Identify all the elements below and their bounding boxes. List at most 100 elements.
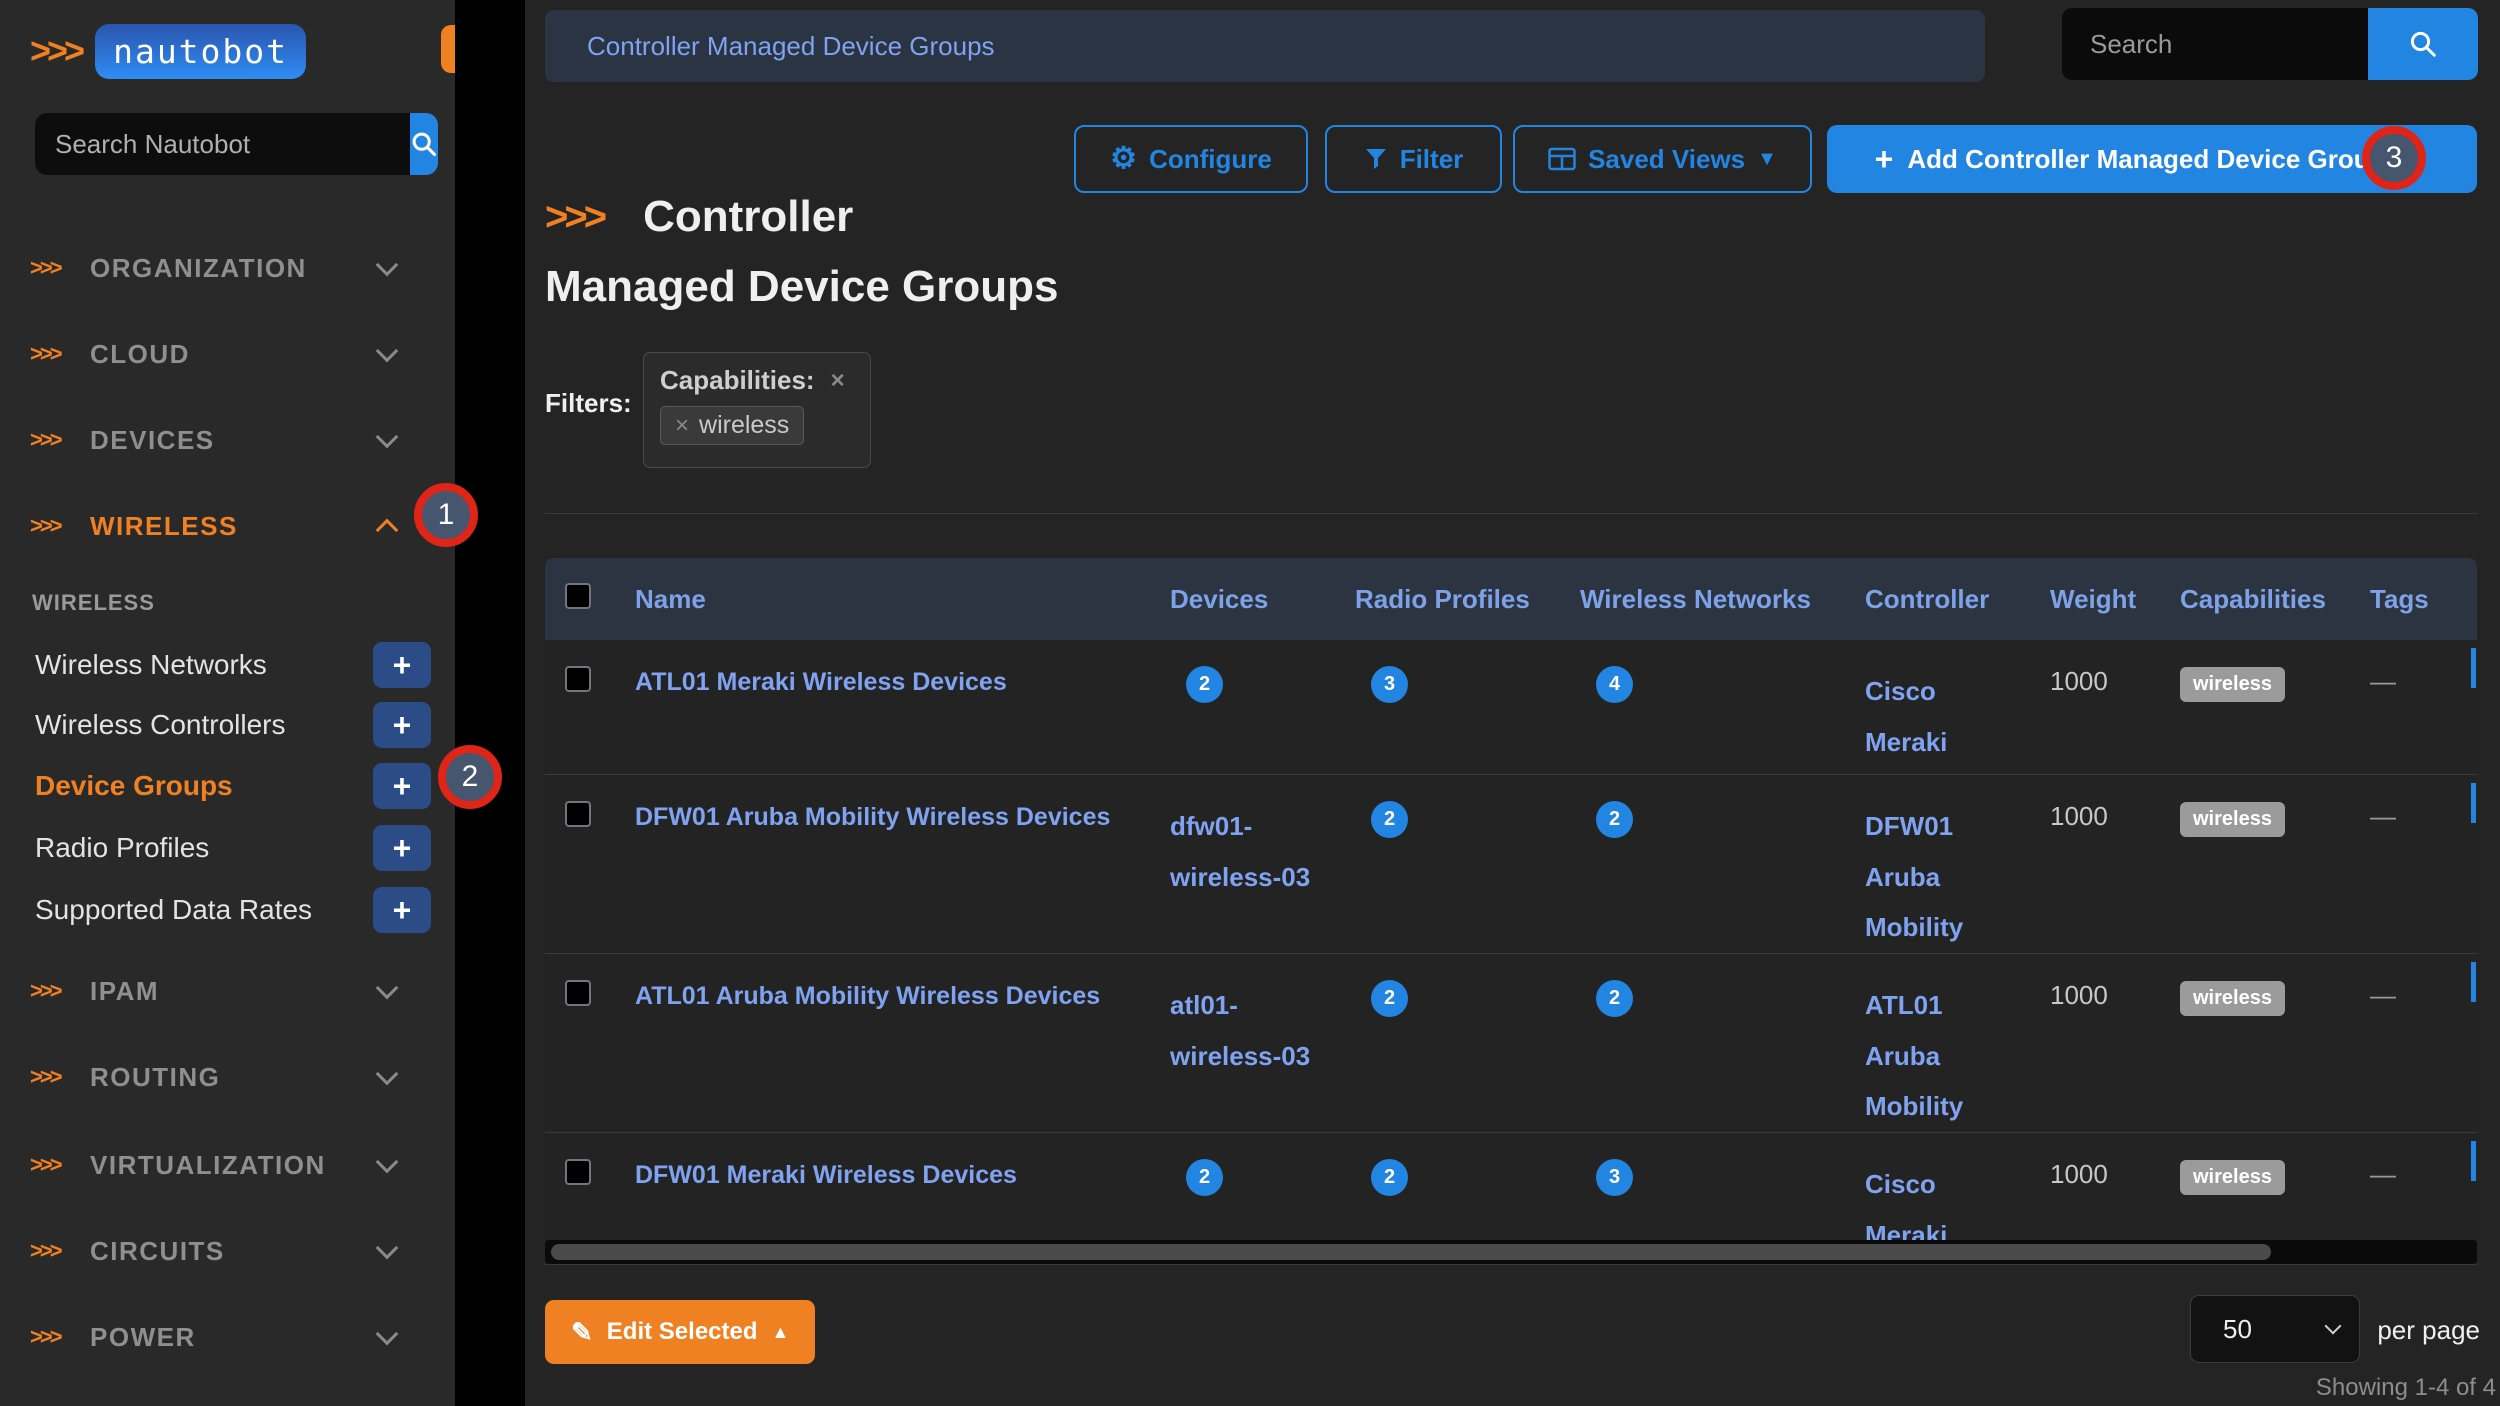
configure-button[interactable]: ⚙ Configure	[1074, 125, 1308, 193]
row-checkbox[interactable]	[565, 666, 591, 692]
column-header-controller[interactable]: Controller	[1855, 558, 2040, 640]
radio-profiles-cell: 3	[1345, 640, 1570, 775]
scrollbar-thumb[interactable]	[551, 1244, 2271, 1260]
capability-badge[interactable]: wireless	[2180, 1160, 2285, 1195]
wireless-networks-pill[interactable]: 3	[1596, 1159, 1633, 1196]
edit-selected-label: Edit Selected	[607, 1318, 758, 1346]
column-header-radio-profiles[interactable]: Radio Profiles	[1345, 558, 1570, 640]
chevron-down-icon	[376, 1151, 399, 1174]
sidebar-item-circuits[interactable]: >>> CIRCUITS	[30, 1229, 430, 1273]
controller-link[interactable]: DFW01 Aruba Mobility	[1865, 811, 1963, 942]
menu-chevrons-icon: >>>	[30, 1238, 90, 1264]
device-link[interactable]: atl01-wireless-03	[1170, 990, 1310, 1071]
column-header-name[interactable]: Name	[625, 558, 1160, 640]
device-group-link[interactable]: DFW01 Meraki Wireless Devices	[635, 1161, 1017, 1189]
column-header-wireless-networks[interactable]: Wireless Networks	[1570, 558, 1855, 640]
sidebar-item-label: VIRTUALIZATION	[90, 1150, 326, 1181]
capability-badge[interactable]: wireless	[2180, 802, 2285, 837]
column-header-capabilities[interactable]: Capabilities	[2170, 558, 2360, 640]
sidebar-item-power[interactable]: >>> POWER	[30, 1315, 430, 1359]
row-checkbox-cell	[545, 640, 625, 775]
menu-chevrons-icon: >>>	[30, 513, 90, 539]
radio-profiles-cell: 2	[1345, 954, 1570, 1133]
row-action-strip[interactable]	[2471, 648, 2476, 688]
table-row: ATL01 Meraki Wireless Devices 2 3 4 Cisco Me…	[545, 640, 2477, 775]
wireless-networks-cell: 4	[1570, 640, 1855, 775]
controller-cell: DFW01 Aruba Mobility	[1855, 775, 2040, 954]
chevron-down-icon	[2325, 1318, 2342, 1335]
controller-link[interactable]: Cisco Meraki	[1865, 676, 1947, 757]
add-wireless-network-button[interactable]: +	[373, 642, 431, 688]
add-button-label: Add Controller Managed Device Group	[1907, 144, 2385, 175]
add-supported-data-rate-button[interactable]: +	[373, 887, 431, 933]
column-header-weight[interactable]: Weight	[2040, 558, 2170, 640]
sidebar-item-devices[interactable]: >>> DEVICES	[30, 418, 430, 462]
radio-profiles-pill[interactable]: 2	[1371, 801, 1408, 838]
nautobot-logo[interactable]: >>> nautobot	[30, 22, 306, 80]
tags-empty-dash: —	[2370, 1159, 2396, 1189]
sidebar-item-organization[interactable]: >>> ORGANIZATION	[30, 246, 430, 290]
row-checkbox-cell	[545, 954, 625, 1133]
annotation-badge-1: 1	[414, 483, 478, 547]
add-device-group-button[interactable]: +	[373, 763, 431, 809]
capability-badge[interactable]: wireless	[2180, 667, 2285, 702]
row-checkbox[interactable]	[565, 1159, 591, 1185]
remove-filter-value-icon[interactable]: ×	[675, 412, 689, 440]
filter-chip-value-label: wireless	[699, 411, 789, 440]
sidebar-search-input[interactable]	[35, 113, 410, 175]
devices-count-pill[interactable]: 2	[1186, 1159, 1223, 1196]
menu-chevrons-icon: >>>	[30, 1152, 90, 1178]
controller-link[interactable]: Cisco Meraki	[1865, 1169, 1947, 1250]
filter-button[interactable]: Filter	[1325, 125, 1502, 193]
wireless-networks-pill[interactable]: 4	[1596, 666, 1633, 703]
sidebar-item-virtualization[interactable]: >>> VIRTUALIZATION	[30, 1143, 430, 1187]
sidebar-search-button[interactable]	[410, 113, 438, 175]
global-search-button[interactable]	[2368, 8, 2478, 80]
row-action-strip[interactable]	[2471, 1141, 2476, 1181]
weight-cell: 1000	[2040, 954, 2170, 1133]
per-page-select[interactable]: 50	[2190, 1295, 2360, 1363]
weight-cell: 1000	[2040, 775, 2170, 954]
menu-chevrons-icon: >>>	[30, 427, 90, 453]
column-header-devices[interactable]: Devices	[1160, 558, 1345, 640]
saved-views-button[interactable]: Saved Views ▼	[1513, 125, 1812, 193]
column-header-tags[interactable]: Tags	[2360, 558, 2465, 640]
add-radio-profile-button[interactable]: +	[373, 825, 431, 871]
edit-selected-button[interactable]: ✎ Edit Selected ▲	[545, 1300, 815, 1364]
sidebar-collapse-button[interactable]	[441, 25, 455, 73]
controller-link[interactable]: ATL01 Aruba Mobility	[1865, 990, 1963, 1121]
sidebar-item-cloud[interactable]: >>> CLOUD	[30, 332, 430, 376]
select-all-checkbox[interactable]	[565, 583, 591, 609]
sidebar-item-ipam[interactable]: >>> IPAM	[30, 969, 430, 1013]
devices-count-pill[interactable]: 2	[1186, 666, 1223, 703]
tags-cell: —	[2360, 775, 2465, 954]
per-page-label: per page	[2377, 1315, 2480, 1346]
horizontal-scrollbar[interactable]	[545, 1240, 2477, 1264]
caret-up-icon: ▲	[772, 1322, 790, 1343]
remove-filter-icon[interactable]: ×	[831, 367, 845, 395]
add-wireless-controller-button[interactable]: +	[373, 702, 431, 748]
breadcrumb[interactable]: Controller Managed Device Groups	[545, 10, 1985, 82]
filter-chip-value[interactable]: × wireless	[660, 406, 804, 445]
radio-profiles-pill[interactable]: 2	[1371, 980, 1408, 1017]
radio-profiles-pill[interactable]: 3	[1371, 666, 1408, 703]
pencil-icon: ✎	[571, 1317, 593, 1348]
row-checkbox[interactable]	[565, 801, 591, 827]
capability-badge[interactable]: wireless	[2180, 981, 2285, 1016]
sidebar-subitem-label: Wireless Networks	[35, 649, 267, 681]
device-link[interactable]: dfw01-wireless-03	[1170, 811, 1310, 892]
wireless-networks-pill[interactable]: 2	[1596, 980, 1633, 1017]
global-search-input[interactable]	[2062, 8, 2368, 80]
device-group-link[interactable]: ATL01 Meraki Wireless Devices	[635, 668, 1007, 696]
device-group-link[interactable]: ATL01 Aruba Mobility Wireless Devices	[635, 982, 1100, 1010]
device-group-link[interactable]: DFW01 Aruba Mobility Wireless Devices	[635, 803, 1110, 831]
sidebar-item-routing[interactable]: >>> ROUTING	[30, 1055, 430, 1099]
wireless-networks-pill[interactable]: 2	[1596, 801, 1633, 838]
search-icon	[410, 130, 438, 158]
radio-profiles-pill[interactable]: 2	[1371, 1159, 1408, 1196]
sidebar-item-wireless[interactable]: >>> WIRELESS	[30, 504, 430, 548]
row-action-strip[interactable]	[2471, 962, 2476, 1002]
row-action-strip[interactable]	[2471, 783, 2476, 823]
filter-chip-field: Capabilities:	[660, 365, 815, 396]
row-checkbox[interactable]	[565, 980, 591, 1006]
